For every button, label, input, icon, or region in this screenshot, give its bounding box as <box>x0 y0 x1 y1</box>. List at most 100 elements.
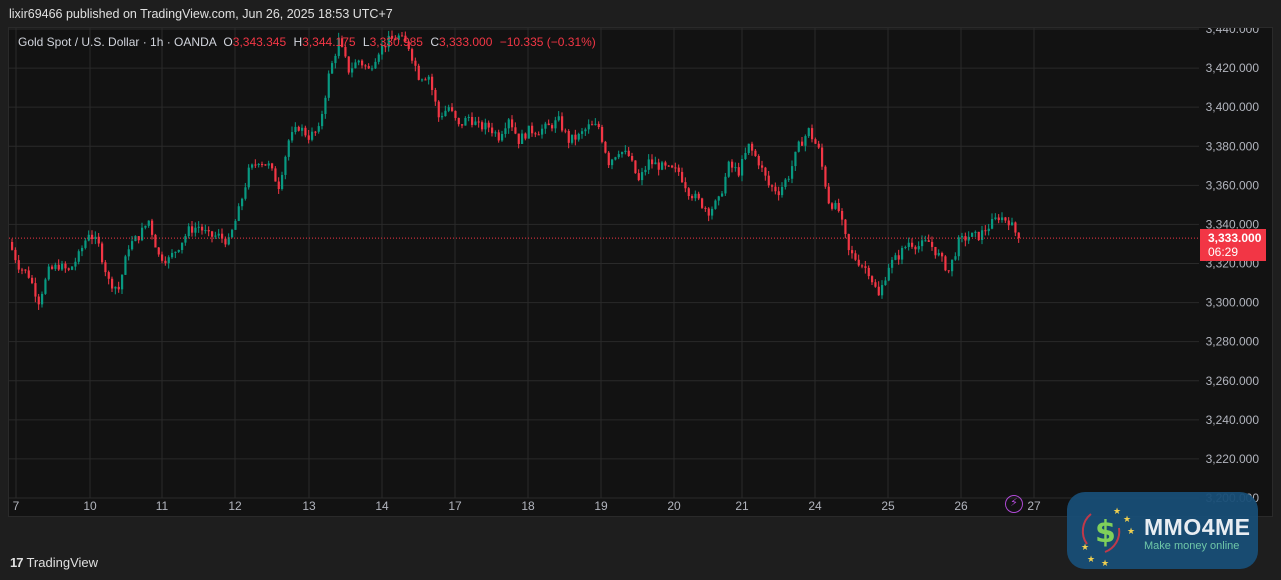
candle-body <box>904 246 907 248</box>
candlestick-chart[interactable]: 3,200.0003,220.0003,240.0003,260.0003,28… <box>9 28 1273 517</box>
chart-pane[interactable]: 3,200.0003,220.0003,240.0003,260.0003,28… <box>8 27 1273 517</box>
candle-body <box>497 132 500 141</box>
candle-body <box>241 198 244 207</box>
candle-body <box>427 76 430 80</box>
candle-body <box>697 193 700 199</box>
candle-body <box>701 198 704 208</box>
candle-body <box>274 168 277 182</box>
candle-body <box>491 127 494 134</box>
candle-body <box>871 276 874 283</box>
candle-body <box>284 156 287 175</box>
candle-body <box>357 60 360 63</box>
x-tick-label: 19 <box>594 499 608 513</box>
candle-body <box>641 172 644 181</box>
candle-body <box>147 220 150 226</box>
candle-body <box>987 228 990 232</box>
candle-body <box>201 226 204 231</box>
candle-body <box>891 259 894 268</box>
candle-body <box>11 242 14 250</box>
candle-body <box>377 54 380 62</box>
candle-body <box>741 158 744 176</box>
candle-body <box>621 152 624 155</box>
candle-body <box>214 235 217 237</box>
candle-body <box>361 60 364 66</box>
candle-body <box>84 240 87 248</box>
candle-body <box>61 263 64 270</box>
candle-body <box>474 121 477 125</box>
candle-body <box>797 141 800 152</box>
candle-body <box>287 140 290 157</box>
candle-body <box>617 154 620 158</box>
candle-body <box>704 207 707 209</box>
candle-body <box>901 247 904 260</box>
candle-body <box>631 156 634 161</box>
low-label: L <box>362 35 370 49</box>
candle-body <box>431 76 434 90</box>
candle-body <box>857 259 860 266</box>
candle-body <box>971 232 974 237</box>
candle-body <box>237 206 240 221</box>
candle-body <box>451 107 454 111</box>
candle-body <box>74 261 77 267</box>
candle-body <box>444 110 447 117</box>
candle-body <box>1011 222 1014 226</box>
candle-body <box>34 283 37 297</box>
candle-body <box>527 125 530 139</box>
candle-body <box>17 260 20 270</box>
candle-body <box>671 165 674 168</box>
candle-body <box>961 236 964 238</box>
candle-body <box>837 202 840 211</box>
candle-body <box>414 60 417 66</box>
candle-body <box>654 162 657 165</box>
y-tick-label: 3,280.000 <box>1206 335 1260 349</box>
candle-body <box>504 128 507 134</box>
candle-body <box>351 68 354 73</box>
tradingview-brand[interactable]: TradingView <box>26 555 98 570</box>
x-tick-label: 14 <box>375 499 389 513</box>
candle-body <box>601 127 604 142</box>
y-tick-label: 3,380.000 <box>1206 139 1260 153</box>
candle-body <box>234 220 237 230</box>
candle-body <box>264 164 267 166</box>
candle-body <box>714 200 717 209</box>
candle-body <box>574 134 577 140</box>
candle-body <box>454 110 457 118</box>
x-tick-label: 17 <box>448 499 462 513</box>
candle-body <box>744 152 747 159</box>
candle-body <box>914 246 917 250</box>
candle-body <box>627 150 630 157</box>
candle-body <box>354 62 357 69</box>
candle-body <box>547 123 550 126</box>
candle-body <box>557 116 560 121</box>
y-tick-label: 3,400.000 <box>1206 100 1260 114</box>
candle-body <box>911 242 914 247</box>
candle-body <box>591 124 594 126</box>
x-tick-label: 7 <box>13 499 20 513</box>
candle-body <box>681 171 684 183</box>
candle-body <box>864 266 867 268</box>
candle-body <box>347 56 350 73</box>
candle-body <box>231 229 234 238</box>
candle-body <box>687 188 690 197</box>
high-label: H <box>293 35 303 49</box>
candle-body <box>611 159 614 166</box>
candle-body <box>941 253 944 257</box>
candle-body <box>624 150 627 153</box>
symbol-name[interactable]: Gold Spot / U.S. Dollar · 1h · OANDA <box>18 35 216 49</box>
candle-body <box>867 267 870 277</box>
lightning-icon[interactable]: ⚡ <box>1005 495 1023 513</box>
y-tick-label: 3,360.000 <box>1206 178 1260 192</box>
candle-body <box>677 167 680 172</box>
y-tick-label: 3,300.000 <box>1206 296 1260 310</box>
y-tick-label: 3,420.000 <box>1206 61 1260 75</box>
last-price-tag: 3,333.000 06:29 <box>1200 229 1266 261</box>
candle-body <box>71 266 74 270</box>
candle-body <box>24 269 27 271</box>
watermark-tagline: Make money online <box>1144 540 1240 552</box>
candle-body <box>937 253 940 256</box>
svg-text:★: ★ <box>1101 558 1109 568</box>
candle-body <box>224 238 227 245</box>
y-tick-label: 3,260.000 <box>1206 374 1260 388</box>
candle-body <box>441 116 444 118</box>
footer: 17 TradingView <box>10 555 98 570</box>
